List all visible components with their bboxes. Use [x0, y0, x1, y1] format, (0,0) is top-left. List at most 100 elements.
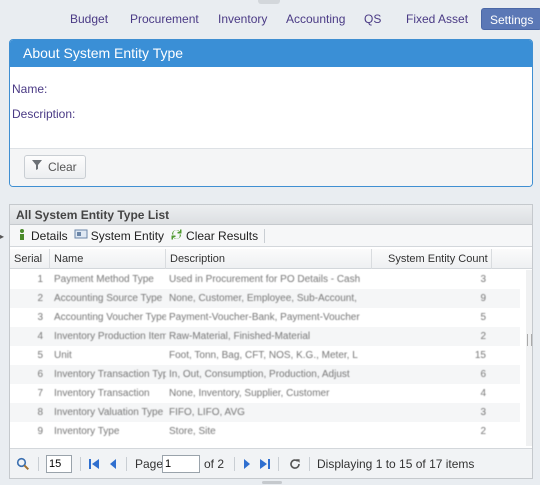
cell-name: Accounting Voucher Type: [54, 312, 166, 323]
page-total-label: of 2: [204, 457, 225, 471]
toolbar-divider: [264, 228, 266, 243]
cell-description: Used in Procurement for PO Details - Cas…: [169, 274, 361, 285]
search-icon[interactable]: [16, 449, 30, 478]
cell-name: Inventory Valuation Type: [54, 407, 164, 418]
column-header-name[interactable]: Name: [50, 249, 166, 269]
page-label: Page: [135, 457, 164, 471]
grid-scrollbar[interactable]: [526, 270, 532, 446]
pager-divider: [38, 457, 39, 471]
cell-serial: 6: [37, 369, 43, 380]
name-label: Name:: [12, 82, 48, 96]
cell-serial: 4: [37, 331, 43, 342]
cell-name: Accounting Source Type: [54, 293, 163, 304]
table-row[interactable]: 5 Unit Foot, Tonn, Bag, CFT, NOS, K.G., …: [10, 346, 520, 365]
system-entity-button[interactable]: System Entity: [74, 228, 164, 243]
cell-count: 3: [480, 274, 486, 285]
nav-qs[interactable]: QS: [356, 8, 389, 30]
cell-serial: 2: [37, 293, 43, 304]
cell-count: 5: [480, 312, 486, 323]
filter-icon: [31, 156, 43, 178]
cell-description: None, Inventory, Supplier, Customer: [169, 388, 330, 399]
cell-count: 2: [480, 331, 486, 342]
cell-serial: 7: [37, 388, 43, 399]
nav-inventory[interactable]: Inventory: [210, 8, 275, 30]
cell-serial: 8: [37, 407, 43, 418]
cell-description: In, Out, Consumption, Production, Adjust: [169, 369, 350, 380]
cell-serial: 1: [37, 274, 43, 285]
grid-body: 1 Payment Method Type Used in Procuremen…: [10, 270, 520, 446]
column-header-serial[interactable]: Serial: [10, 249, 50, 269]
pager-divider: [309, 457, 310, 471]
top-nav: Budget Procurement Inventory Accounting …: [0, 6, 540, 32]
pager-divider: [126, 457, 127, 471]
table-row[interactable]: 7 Inventory Transaction None, Inventory,…: [10, 384, 520, 403]
grid-pager: Page of 2 Displaying 1 to 15 of 17 items: [10, 448, 532, 478]
cell-description: None, Customer, Employee, Sub-Account,: [169, 293, 357, 304]
cell-count: 6: [480, 369, 486, 380]
cell-serial: 9: [37, 426, 43, 437]
grid-toolbar: Details System Entity Clear Results: [10, 225, 532, 247]
nav-procurement[interactable]: Procurement: [122, 8, 207, 30]
page-size-input[interactable]: [46, 455, 72, 473]
last-page-icon[interactable]: [259, 449, 271, 478]
left-collapse-icon[interactable]: ▸: [0, 232, 4, 242]
nav-fixed-asset[interactable]: Fixed Asset: [398, 8, 476, 30]
nav-settings[interactable]: Settings: [481, 8, 540, 30]
cell-description: Payment-Voucher-Bank, Payment-Voucher: [169, 312, 360, 323]
next-page-icon[interactable]: [242, 449, 252, 478]
about-panel-title: About System Entity Type: [10, 40, 532, 67]
cell-count: 3: [480, 407, 486, 418]
description-label: Description:: [12, 107, 76, 121]
cell-name: Inventory Production Item: [54, 331, 166, 342]
nav-budget[interactable]: Budget: [62, 8, 116, 30]
refresh-icon: [170, 228, 183, 244]
details-button[interactable]: Details: [16, 228, 68, 243]
cell-name: Unit: [54, 350, 72, 361]
cell-description: Store, Site: [169, 426, 216, 437]
reload-icon[interactable]: [289, 449, 301, 478]
pager-divider: [234, 457, 235, 471]
cell-serial: 5: [37, 350, 43, 361]
pager-divider: [278, 457, 279, 471]
cell-description: Raw-Material, Finished-Material: [169, 331, 311, 342]
cell-count: 9: [480, 293, 486, 304]
about-panel: About System Entity Type Name: Descripti…: [9, 39, 533, 187]
table-row[interactable]: 1 Payment Method Type Used in Procuremen…: [10, 270, 520, 289]
prev-page-icon[interactable]: [108, 449, 118, 478]
cell-name: Payment Method Type: [54, 274, 154, 285]
table-row[interactable]: 2 Accounting Source Type None, Customer,…: [10, 289, 520, 308]
cell-name: Inventory Transaction Type: [54, 369, 166, 380]
clear-results-label: Clear Results: [186, 228, 259, 243]
cell-description: FIFO, LIFO, AVG: [169, 407, 245, 418]
pager-divider: [80, 457, 81, 471]
cell-name: Inventory Transaction: [54, 388, 150, 399]
table-row[interactable]: 9 Inventory Type Store, Site 2: [10, 422, 520, 441]
table-row[interactable]: 6 Inventory Transaction Type In, Out, Co…: [10, 365, 520, 384]
nav-accounting[interactable]: Accounting: [278, 8, 353, 30]
grid-title: All System Entity Type List: [10, 205, 532, 225]
cell-count: 2: [480, 426, 486, 437]
cell-description: Foot, Tonn, Bag, CFT, NOS, K.G., Meter, …: [169, 350, 358, 361]
clear-results-button[interactable]: Clear Results: [170, 228, 258, 244]
system-entity-icon: [74, 228, 88, 243]
cell-name: Inventory Type: [54, 426, 120, 437]
first-page-icon[interactable]: [88, 449, 100, 478]
cell-count: 15: [474, 350, 486, 361]
column-header-count[interactable]: System Entity Count: [372, 249, 492, 269]
table-row[interactable]: 4 Inventory Production Item Raw-Material…: [10, 327, 520, 346]
grid-header-row: Serial Name Description System Entity Co…: [10, 249, 532, 269]
table-row[interactable]: 8 Inventory Valuation Type FIFO, LIFO, A…: [10, 403, 520, 422]
clear-button[interactable]: Clear: [24, 155, 86, 179]
clear-button-label: Clear: [48, 160, 77, 174]
bottom-resize-handle[interactable]: [262, 481, 282, 484]
top-resize-handle[interactable]: [258, 0, 280, 4]
column-header-description[interactable]: Description: [166, 249, 372, 269]
table-row[interactable]: 3 Accounting Voucher Type Payment-Vouche…: [10, 308, 520, 327]
entity-type-grid: All System Entity Type List Details Syst…: [9, 204, 533, 479]
scrollbar-grip[interactable]: [527, 334, 532, 346]
about-panel-footer: Clear: [10, 148, 532, 186]
cell-count: 4: [480, 388, 486, 399]
page-number-input[interactable]: [162, 455, 200, 473]
details-label: Details: [31, 228, 68, 243]
details-icon: [16, 228, 28, 243]
